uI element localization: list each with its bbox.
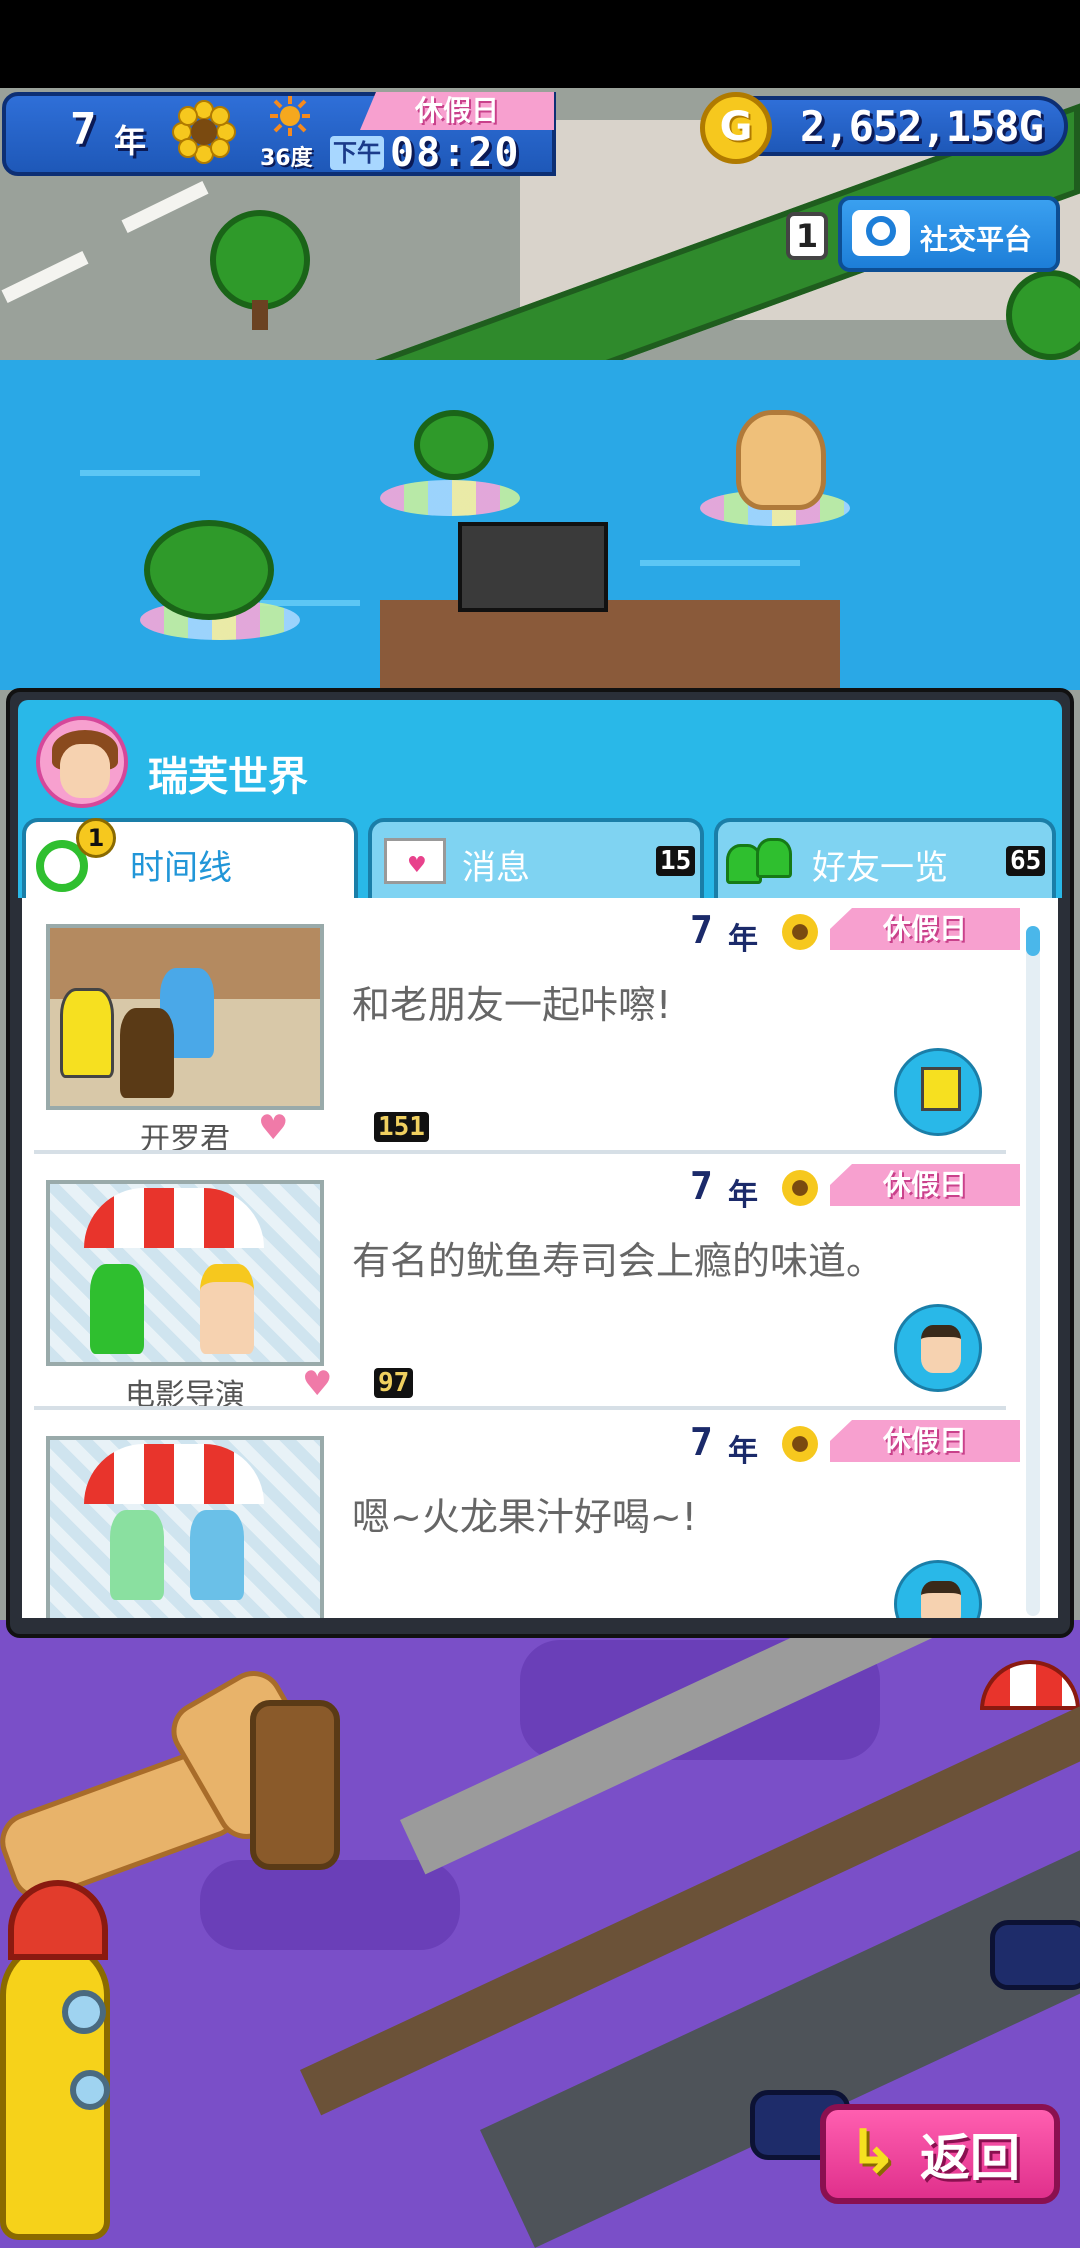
scrollbar-thumb[interactable] xyxy=(1026,926,1040,956)
wooden-deck xyxy=(380,600,840,690)
friends-count: 65 xyxy=(1006,846,1046,876)
tree xyxy=(144,520,274,620)
envelope-icon: ♥ xyxy=(384,838,446,884)
money-value: 2,652,158 xyxy=(800,102,1020,151)
tab-timeline-label: 时间线 xyxy=(130,848,232,888)
year-unit: 年 xyxy=(114,122,147,160)
sunflower-icon xyxy=(782,1170,818,1206)
post-photo[interactable] xyxy=(46,1180,324,1366)
sunflower-icon xyxy=(782,914,818,950)
post-text: 有名的鱿鱼寿司会上瘾的味道。 xyxy=(352,1239,885,1283)
poster-avatar[interactable] xyxy=(894,1560,982,1618)
pool-wave xyxy=(80,470,200,476)
waterfall-rock xyxy=(736,410,826,510)
timeline-entry[interactable]: 开罗君 ♥ 151 7 年 休假日 和老朋友一起咔嚓! xyxy=(22,898,1022,1157)
poster-avatar[interactable] xyxy=(894,1048,982,1136)
pool-wave xyxy=(640,560,800,566)
post-year-unit: 年 xyxy=(728,1178,758,1213)
post-text: 和老朋友一起咔嚓! xyxy=(352,983,672,1027)
plaza-tile xyxy=(200,1860,460,1950)
timeline-badge: 1 xyxy=(76,818,116,858)
post-photo[interactable] xyxy=(46,924,324,1110)
rocket-porthole xyxy=(70,2070,110,2110)
day-type-tag: 休假日 xyxy=(830,1420,1020,1462)
gold-coin-icon: G xyxy=(700,92,772,164)
ampm-label: 下午 xyxy=(330,136,384,170)
like-count: 97 xyxy=(374,1368,414,1398)
heart-icon: ♥ xyxy=(302,1364,333,1404)
day-type-tag: 休假日 xyxy=(830,1164,1020,1206)
scrollbar-track[interactable] xyxy=(1026,926,1040,1616)
day-type-badge: 休假日 xyxy=(360,92,554,130)
camera-lens xyxy=(866,216,896,246)
poster-avatar[interactable] xyxy=(894,1304,982,1392)
heart-icon: ♥ xyxy=(258,1108,289,1148)
return-arrow-icon: ↳ xyxy=(848,2117,899,2187)
post-photo[interactable] xyxy=(46,1436,324,1618)
post-year: 7 xyxy=(690,1164,713,1208)
friends-icon xyxy=(726,834,798,888)
timeline-list[interactable]: 开罗君 ♥ 151 7 年 休假日 和老朋友一起咔嚓! 电影导演 ♥ 97 7 … xyxy=(22,898,1058,1618)
big-tree-trunk xyxy=(250,1700,340,1870)
tree-trunk xyxy=(252,300,268,330)
sunflower-icon xyxy=(172,100,236,164)
money-display: 2,652,158G xyxy=(800,102,1044,151)
timeline-entry[interactable]: 电影导演 ♥ 97 7 年 休假日 有名的鱿鱼寿司会上瘾的味道。 xyxy=(22,1154,1022,1413)
temperature: 36度 xyxy=(260,146,313,171)
day-type-tag: 休假日 xyxy=(830,908,1020,950)
profile-avatar xyxy=(36,716,128,808)
post-text: 嗯~火龙果汁好喝~! xyxy=(352,1495,697,1539)
like-count: 151 xyxy=(374,1112,429,1142)
tab-friends-label: 好友一览 xyxy=(812,848,948,888)
rocket-porthole xyxy=(62,1990,106,2034)
flower-tiles xyxy=(380,480,520,516)
tree xyxy=(210,210,310,310)
bar-stall xyxy=(458,522,608,612)
return-label: 返回 xyxy=(920,2129,1020,2187)
post-year-unit: 年 xyxy=(728,922,758,957)
social-platform-label: 社交平台 xyxy=(920,223,1033,256)
post-year-unit: 年 xyxy=(728,1434,758,1469)
car xyxy=(990,1920,1080,1990)
sunflower-icon xyxy=(782,1426,818,1462)
messages-count: 15 xyxy=(656,846,696,876)
bonsai-tree xyxy=(414,410,494,480)
post-year: 7 xyxy=(690,908,713,952)
money-unit: G xyxy=(1018,102,1044,151)
sun-icon xyxy=(270,96,310,136)
social-notification-badge: 1 xyxy=(786,212,828,260)
status-bar-area xyxy=(0,0,1080,88)
timeline-entry[interactable]: 7 年 休假日 嗯~火龙果汁好喝~! xyxy=(22,1410,1022,1618)
tab-messages-label: 消息 xyxy=(462,848,530,888)
year-value: 7 xyxy=(70,104,97,155)
post-year: 7 xyxy=(690,1420,713,1464)
clock-time: 08:20 xyxy=(390,130,521,176)
panel-title: 瑞芙世界 xyxy=(148,754,308,800)
